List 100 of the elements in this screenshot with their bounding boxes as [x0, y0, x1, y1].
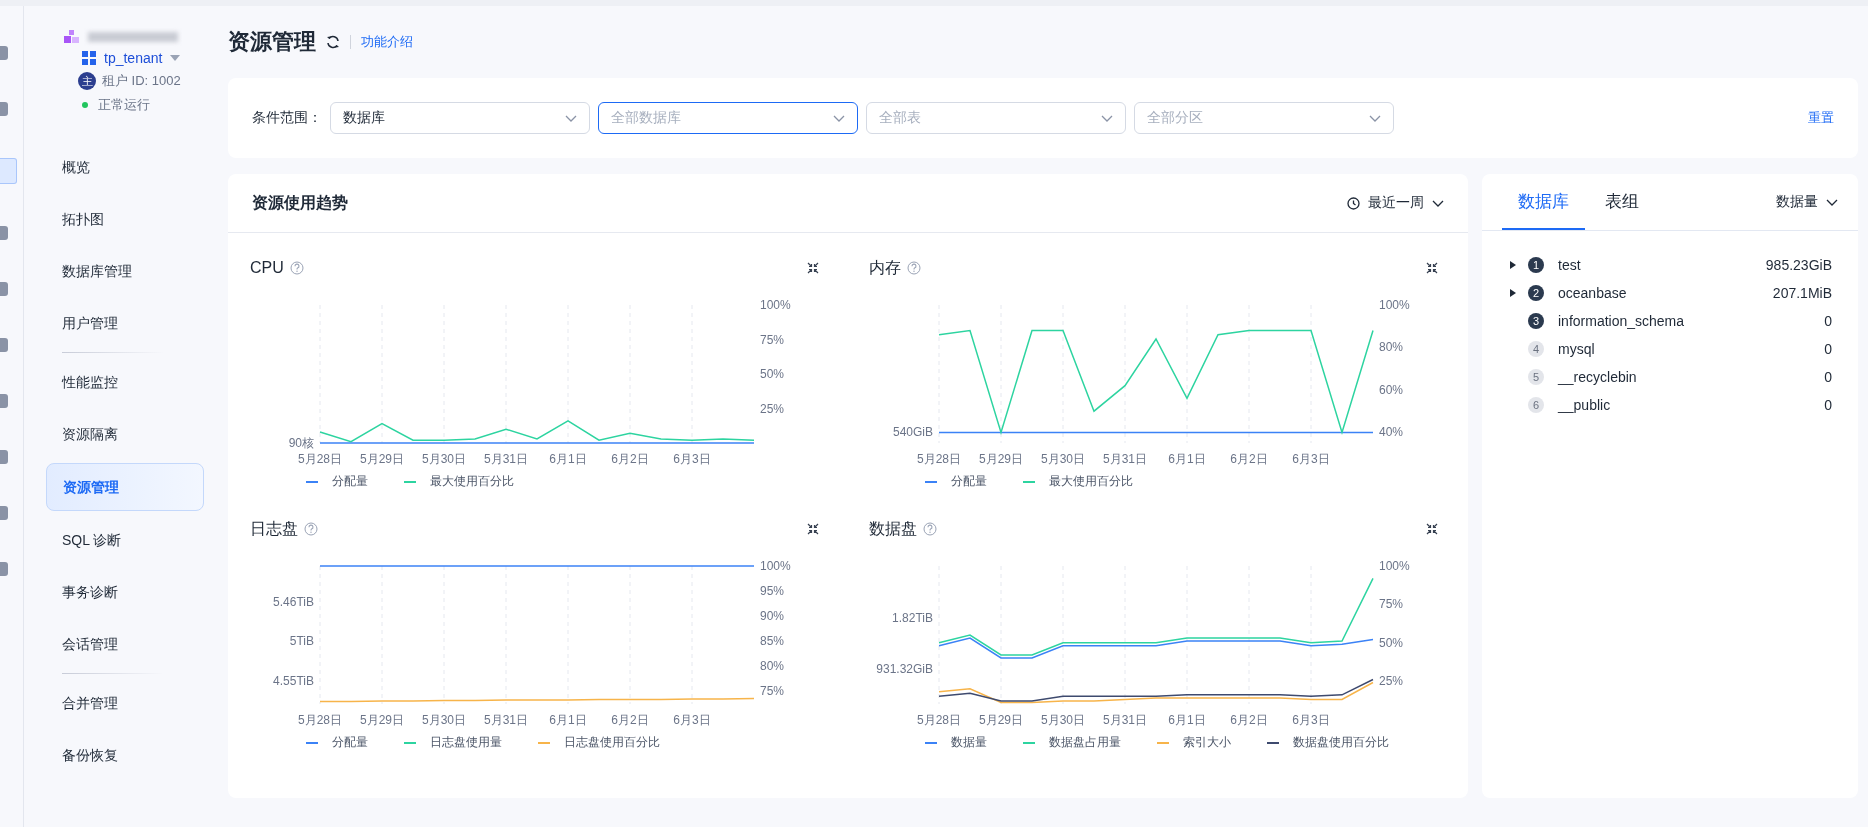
legend-label[interactable]: 最大使用百分比 [1049, 473, 1133, 490]
legend-label[interactable]: 日志盘使用量 [430, 734, 502, 751]
axis-label: 90% [760, 609, 785, 624]
axis-label: 5月28日 [917, 452, 961, 466]
axis-label: 931.32GiB [876, 661, 933, 676]
nav-item[interactable]: 数据库管理 [46, 248, 204, 294]
nav-item[interactable]: 性能监控 [46, 359, 204, 405]
reset-link[interactable]: 重置 [1808, 109, 1834, 127]
rail-icon[interactable] [0, 158, 17, 184]
rail-icon[interactable] [0, 46, 8, 60]
axis-label: 90核 [288, 436, 314, 450]
help-icon[interactable] [304, 522, 318, 536]
rail-icon[interactable] [0, 562, 8, 576]
nav-item[interactable]: 概览 [46, 144, 204, 190]
caret-icon[interactable] [170, 55, 181, 61]
collapse-icon[interactable] [807, 523, 819, 535]
nav-item[interactable]: 资源管理 [46, 463, 204, 511]
rail-icon[interactable] [0, 450, 8, 464]
data-size: 0 [1824, 369, 1833, 385]
axis-label: 5月31日 [484, 452, 528, 466]
axis-label: 6月2日 [1230, 713, 1268, 727]
axis-label: 1.82TiB [892, 611, 933, 626]
legend-label[interactable]: 索引大小 [1183, 734, 1231, 751]
sort-dropdown[interactable]: 数据量 [1776, 193, 1838, 211]
database-name[interactable]: mysql [1558, 341, 1595, 357]
axis-label: 5月30日 [1041, 452, 1085, 466]
help-icon[interactable] [923, 522, 937, 536]
rail-icon[interactable] [0, 338, 8, 352]
axis-label: 5月30日 [422, 452, 466, 466]
data-size: 0 [1824, 397, 1833, 413]
axis-label: 75% [760, 684, 785, 699]
database-name[interactable]: test [1558, 257, 1581, 273]
legend-label[interactable]: 分配量 [332, 734, 368, 751]
help-icon[interactable] [907, 261, 921, 275]
legend-label[interactable]: 分配量 [332, 473, 368, 490]
data-size: 0 [1824, 313, 1833, 329]
intro-link[interactable]: 功能介绍 [361, 33, 413, 51]
rail-icon[interactable] [0, 506, 8, 520]
nav-item[interactable]: 合并管理 [46, 680, 204, 726]
collapse-icon[interactable] [1426, 262, 1438, 274]
chart-title: 数据盘 [869, 518, 917, 539]
axis-label: 6月1日 [1168, 452, 1206, 466]
database-name[interactable]: __public [1558, 397, 1611, 413]
nav-item[interactable]: 事务诊断 [46, 569, 204, 615]
collapse-icon[interactable] [1426, 523, 1438, 535]
rail-icon[interactable] [0, 102, 8, 116]
nav-item[interactable]: 备份恢复 [46, 732, 204, 778]
rail-icon[interactable] [0, 226, 8, 240]
help-icon[interactable] [289, 261, 304, 275]
axis-label: 6月3日 [1292, 452, 1330, 466]
axis-label: 100% [1379, 298, 1410, 312]
nav-item[interactable]: 用户管理 [46, 300, 204, 346]
select-field[interactable]: 数据库 [330, 102, 590, 134]
axis-label: 100% [760, 559, 791, 573]
chevron-icon[interactable] [1432, 199, 1444, 207]
rank-badge: 4 [1528, 341, 1544, 357]
expand-icon[interactable] [1510, 289, 1516, 297]
axis-label: 5月31日 [484, 713, 528, 727]
axis-label: 60% [1379, 382, 1404, 397]
database-name[interactable]: oceanbase [1558, 285, 1627, 301]
chart-title: CPU [250, 259, 284, 277]
database-name[interactable]: __recyclebin [1558, 369, 1637, 385]
axis-label: 5TiB [289, 634, 314, 649]
axis-label: 85% [760, 634, 785, 649]
axis-label: 5月30日 [1041, 713, 1085, 727]
legend-label[interactable]: 分配量 [951, 473, 987, 490]
status-text: 正常运行 [98, 96, 150, 114]
nav-item[interactable]: 资源隔离 [46, 411, 204, 457]
legend-label[interactable]: 日志盘使用百分比 [564, 734, 660, 751]
nav-item[interactable]: SQL 诊断 [46, 517, 204, 563]
tenant-id: 租户 ID: 1002 [102, 72, 181, 90]
refresh-icon[interactable] [326, 35, 340, 49]
expand-icon[interactable] [1510, 261, 1516, 269]
rank-badge: 2 [1528, 285, 1544, 301]
legend-label[interactable]: 数据盘占用量 [1049, 734, 1121, 751]
nav-item[interactable]: 会话管理 [46, 621, 204, 667]
axis-label: 25% [1379, 674, 1404, 688]
axis-label: 75% [760, 332, 785, 347]
axis-label: 75% [1379, 597, 1404, 612]
legend-label[interactable]: 数据盘使用百分比 [1293, 734, 1389, 751]
rail-icon[interactable] [0, 394, 8, 408]
chart-title: 内存 [869, 257, 901, 278]
axis-label: 4.55TiB [273, 674, 314, 689]
tab[interactable]: 数据库 [1502, 174, 1585, 230]
grid-icon [82, 51, 96, 65]
range-dropdown[interactable]: 最近一周 [1347, 194, 1444, 212]
tab[interactable]: 表组 [1589, 174, 1655, 230]
tenant-name[interactable]: tp_tenant [104, 50, 163, 66]
collapse-icon[interactable] [807, 262, 819, 274]
axis-label: 5月29日 [360, 713, 404, 727]
chevron-icon[interactable] [1826, 198, 1838, 206]
rail-icon[interactable] [0, 282, 8, 296]
axis-label: 50% [760, 367, 785, 381]
database-name[interactable]: information_schema [1558, 313, 1685, 329]
legend-label[interactable]: 最大使用百分比 [430, 473, 514, 490]
axis-label: 5月29日 [360, 452, 404, 466]
card-title: 资源使用趋势 [252, 192, 348, 213]
axis-label: 6月3日 [673, 713, 711, 727]
nav-item[interactable]: 拓扑图 [46, 196, 204, 242]
legend-label[interactable]: 数据量 [951, 734, 987, 751]
